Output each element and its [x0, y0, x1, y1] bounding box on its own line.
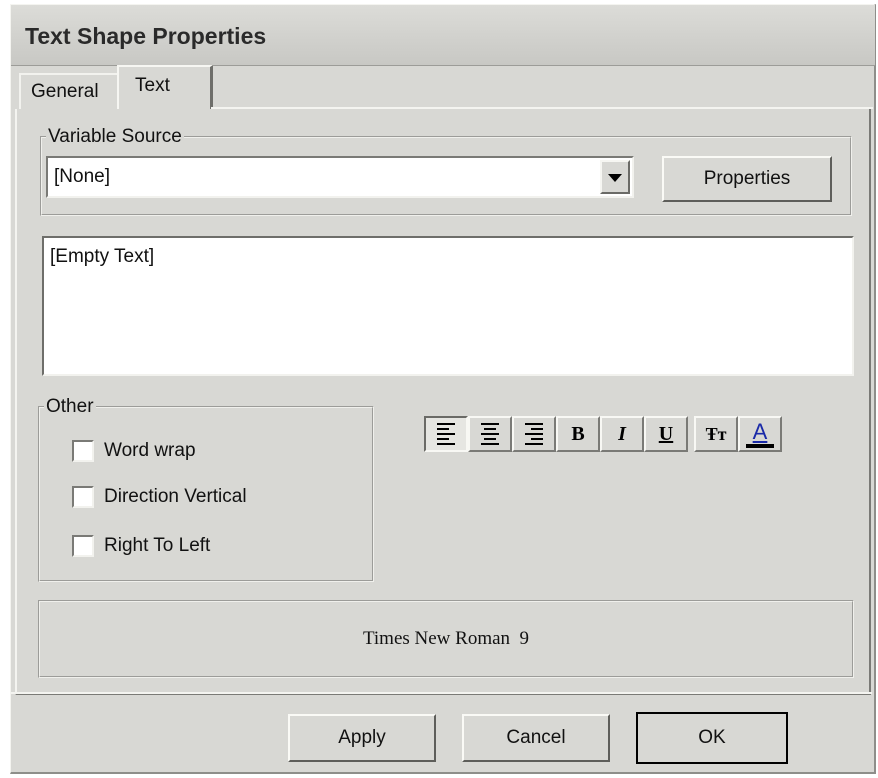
- font-button[interactable]: Ŧт: [694, 416, 738, 452]
- underline-button[interactable]: U: [644, 416, 688, 452]
- font-color-button[interactable]: A: [738, 416, 782, 452]
- variable-source-value: [None]: [54, 166, 110, 187]
- direction-vertical-checkbox[interactable]: [72, 486, 94, 508]
- font-icon: Ŧт: [705, 423, 727, 444]
- right-to-left-label: Right To Left: [104, 535, 211, 556]
- right-to-left-checkbox[interactable]: [72, 535, 94, 557]
- italic-icon: I: [618, 422, 626, 445]
- word-wrap-label: Word wrap: [104, 440, 196, 461]
- cancel-button[interactable]: Cancel: [462, 714, 610, 762]
- align-right-button[interactable]: [512, 416, 556, 452]
- tab-text-label: Text: [135, 75, 170, 96]
- footer-divider: [10, 692, 872, 694]
- text-content-area[interactable]: [Empty Text]: [42, 236, 854, 376]
- tab-general-label: General: [31, 81, 99, 102]
- tab-text[interactable]: Text: [117, 65, 213, 109]
- dialog-title: Text Shape Properties: [25, 23, 267, 49]
- tab-general[interactable]: General: [19, 73, 123, 109]
- font-preview: Times New Roman 9: [38, 600, 854, 678]
- title-bar[interactable]: Text Shape Properties: [11, 5, 875, 66]
- variable-source-legend: Variable Source: [48, 126, 182, 147]
- word-wrap-option[interactable]: Word wrap: [72, 438, 196, 464]
- align-center-icon: [481, 423, 499, 445]
- ok-button[interactable]: OK: [636, 712, 788, 764]
- properties-button-label: Properties: [703, 168, 791, 189]
- variable-source-select[interactable]: [None]: [46, 156, 634, 198]
- font-preview-text: Times New Roman 9: [362, 628, 530, 649]
- ok-button-label: OK: [698, 727, 726, 748]
- text-content-value: [Empty Text]: [50, 246, 155, 267]
- font-color-icon: A: [752, 418, 768, 444]
- direction-vertical-label: Direction Vertical: [104, 486, 247, 507]
- align-left-icon: [437, 423, 455, 445]
- chevron-down-icon: [608, 174, 622, 182]
- underline-icon: U: [658, 422, 674, 445]
- bold-icon: B: [571, 422, 585, 445]
- apply-button[interactable]: Apply: [288, 714, 436, 762]
- direction-vertical-option[interactable]: Direction Vertical: [72, 484, 247, 510]
- word-wrap-checkbox[interactable]: [72, 440, 94, 462]
- cancel-button-label: Cancel: [506, 727, 566, 748]
- format-toolbar: B I U Ŧт A: [424, 416, 782, 452]
- italic-button[interactable]: I: [600, 416, 644, 452]
- align-right-icon: [525, 423, 543, 445]
- apply-button-label: Apply: [338, 727, 386, 748]
- dropdown-button[interactable]: [600, 160, 630, 194]
- align-left-button[interactable]: [424, 416, 468, 452]
- right-to-left-option[interactable]: Right To Left: [72, 533, 210, 559]
- properties-button[interactable]: Properties: [662, 156, 832, 202]
- font-color-swatch: [746, 443, 774, 448]
- other-legend: Other: [46, 396, 94, 417]
- bold-button[interactable]: B: [556, 416, 600, 452]
- align-center-button[interactable]: [468, 416, 512, 452]
